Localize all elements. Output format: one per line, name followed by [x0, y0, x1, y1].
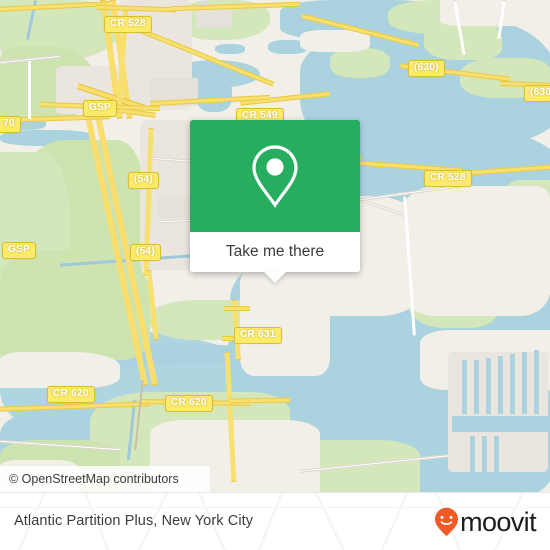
marina-canal-8	[470, 436, 475, 476]
marina-canal-7	[534, 350, 539, 414]
popup-marker-panel	[190, 120, 360, 232]
popup-pointer-tail	[264, 272, 286, 283]
road-shield-cr-620: CR 620	[165, 395, 213, 412]
landmass-strip-sw	[0, 352, 120, 388]
park-area-midright	[330, 48, 390, 78]
marina-canal-4	[498, 356, 503, 414]
map-page: CR 528GSPCR 549(630)(630)70(54)CR 528GSP…	[0, 0, 550, 550]
road-shield-cr-631: CR 631	[234, 327, 282, 344]
marina-canal-10	[494, 436, 499, 476]
road-shield-cr-528: CR 528	[424, 170, 472, 187]
road-shield-gsp: GSP	[83, 100, 118, 117]
take-me-there-label: Take me there	[225, 243, 325, 260]
road-shield-54: (54)	[130, 244, 161, 261]
road-shield-630: (630)	[524, 85, 550, 102]
moovit-logo[interactable]: moovit	[434, 506, 537, 537]
marina-canal-3	[486, 358, 491, 414]
landmass-upper-mid	[300, 30, 370, 52]
marina-canal-5	[510, 354, 515, 414]
footer-watermark-line-6	[311, 493, 351, 550]
road-shield-70: 70	[0, 116, 21, 133]
map-pin-icon	[252, 145, 298, 208]
marina-basin	[452, 416, 548, 432]
take-me-there-button[interactable]: Take me there	[190, 232, 360, 283]
moovit-smiley-pin-icon	[435, 507, 459, 537]
road-shield-cr-528: CR 528	[104, 16, 152, 33]
road-shield-630: (630)	[408, 60, 445, 77]
water-patch-right	[215, 44, 245, 54]
marina-canal-2	[474, 360, 479, 414]
road-cr631-loop-top[interactable]	[224, 306, 250, 311]
footer-watermark-line-7	[375, 493, 411, 550]
water-patch-mid-2	[196, 78, 232, 112]
marina-canal-1	[462, 360, 467, 414]
road-shield-cr-620: CR 620	[47, 386, 95, 403]
map-canvas[interactable]: CR 528GSPCR 549(630)(630)70(54)CR 528GSP…	[0, 0, 550, 492]
road-shield-gsp: GSP	[2, 242, 37, 259]
road-shield-54: (54)	[128, 172, 159, 189]
footer-bar: Atlantic Partition Plus, New York City m…	[0, 492, 550, 550]
footer-watermark-line-5	[252, 493, 286, 550]
marina-canal-9	[482, 436, 487, 476]
attribution-text: © OpenStreetMap contributors	[9, 472, 179, 486]
moovit-wordmark: moovit	[460, 506, 537, 537]
road-cr620-east[interactable]	[229, 397, 291, 404]
marina-canal-6	[522, 352, 527, 414]
map-attribution-bar: © OpenStreetMap contributors	[0, 466, 210, 492]
landmass-peninsula-east	[400, 186, 550, 316]
road-local-nw-2[interactable]	[28, 60, 31, 120]
location-popup-card[interactable]: Take me there	[190, 120, 360, 283]
place-title: Atlantic Partition Plus, New York City	[14, 513, 254, 529]
